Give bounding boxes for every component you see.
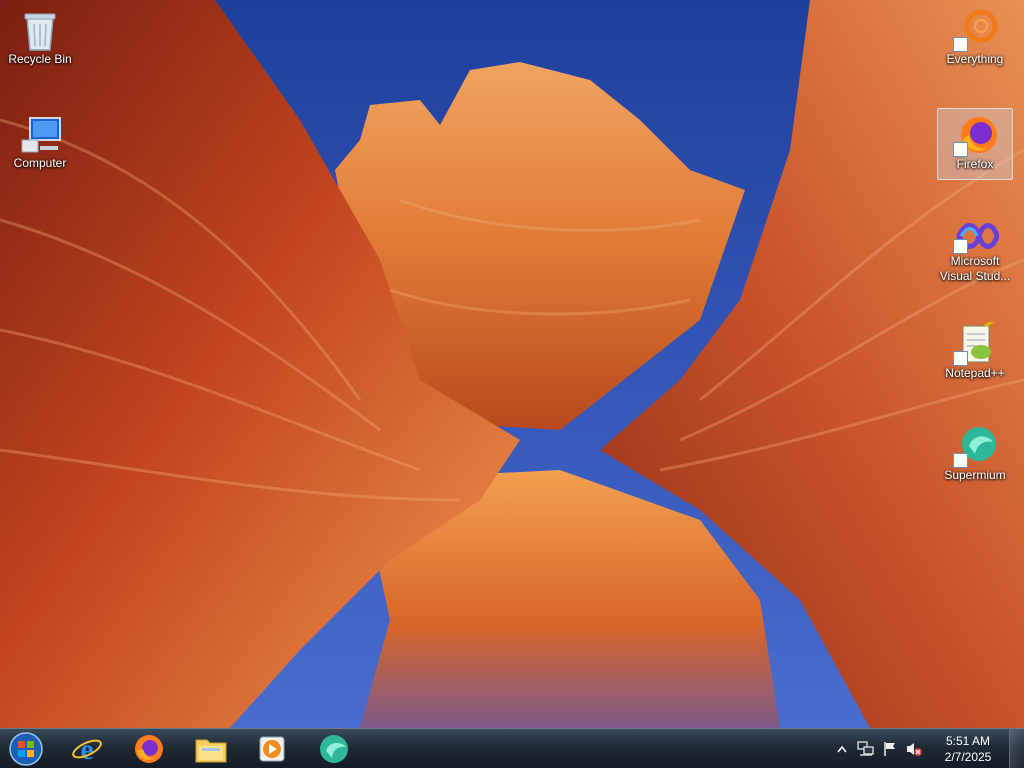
network-icon[interactable] xyxy=(856,739,876,759)
shortcut-arrow-icon xyxy=(953,37,968,52)
svg-text:e: e xyxy=(80,733,93,765)
desktop-icon-recycle-bin[interactable]: Recycle Bin xyxy=(2,4,78,76)
desktop-icon-firefox[interactable]: Firefox xyxy=(937,108,1013,180)
desktop-icon-everything[interactable]: Everything xyxy=(937,4,1013,76)
shortcut-arrow-icon xyxy=(953,351,968,366)
computer-icon xyxy=(16,112,64,156)
desktop-icon-label: Firefox xyxy=(956,157,994,171)
everything-icon xyxy=(951,8,999,52)
taskbar: e 5:51 AM 2/7/2025 xyxy=(0,728,1024,768)
taskbar-app-firefox[interactable] xyxy=(123,730,175,767)
desktop-icon-label: Recycle Bin xyxy=(8,52,72,66)
taskbar-clock[interactable]: 5:51 AM 2/7/2025 xyxy=(932,733,1004,765)
clock-date: 2/7/2025 xyxy=(944,749,992,764)
desktop-wallpaper xyxy=(0,0,1024,728)
desktop-icon-visual-studio[interactable]: Microsoft Visual Stud... xyxy=(937,212,1013,284)
shortcut-arrow-icon xyxy=(953,239,968,254)
clock-time: 5:51 AM xyxy=(945,733,991,748)
desktop-icon-label: Supermium xyxy=(944,468,1006,482)
desktop-icon-supermium[interactable]: Supermium xyxy=(937,420,1013,492)
firefox-icon xyxy=(951,113,999,157)
firefox-icon xyxy=(135,734,163,763)
supermium-icon xyxy=(320,734,348,763)
visual-studio-icon xyxy=(951,216,999,254)
desktop-icon-notepad-plus-plus[interactable]: Notepad++ xyxy=(937,318,1013,390)
recycle-bin-icon xyxy=(16,8,64,52)
system-tray: 5:51 AM 2/7/2025 xyxy=(830,729,1004,768)
desktop-icon-computer[interactable]: Computer xyxy=(2,108,78,180)
taskbar-app-media-player[interactable] xyxy=(246,730,298,767)
volume-muted-icon[interactable] xyxy=(904,739,924,759)
desktop-icon-label: Notepad++ xyxy=(945,366,1005,380)
taskbar-app-internet-explorer[interactable]: e xyxy=(61,730,113,767)
shortcut-arrow-icon xyxy=(953,453,968,468)
show-hidden-icons-arrow-icon[interactable] xyxy=(832,739,852,759)
file-explorer-icon xyxy=(195,739,227,762)
media-player-icon xyxy=(259,736,285,761)
show-desktop-button[interactable] xyxy=(1009,729,1024,768)
desktop-icon-label: Microsoft Visual Stud... xyxy=(939,254,1011,283)
supermium-icon xyxy=(951,424,999,468)
start-button[interactable] xyxy=(6,730,46,767)
taskbar-app-supermium[interactable] xyxy=(308,730,360,767)
desktop-icon-label: Computer xyxy=(13,156,67,170)
desktop-icon-label: Everything xyxy=(946,52,1004,66)
notepad-plus-plus-icon xyxy=(951,322,999,366)
windows-start-orb-icon xyxy=(9,731,43,766)
action-center-flag-icon[interactable] xyxy=(880,739,900,759)
taskbar-app-file-explorer[interactable] xyxy=(185,730,237,767)
shortcut-arrow-icon xyxy=(953,142,968,157)
internet-explorer-icon: e xyxy=(72,733,102,765)
